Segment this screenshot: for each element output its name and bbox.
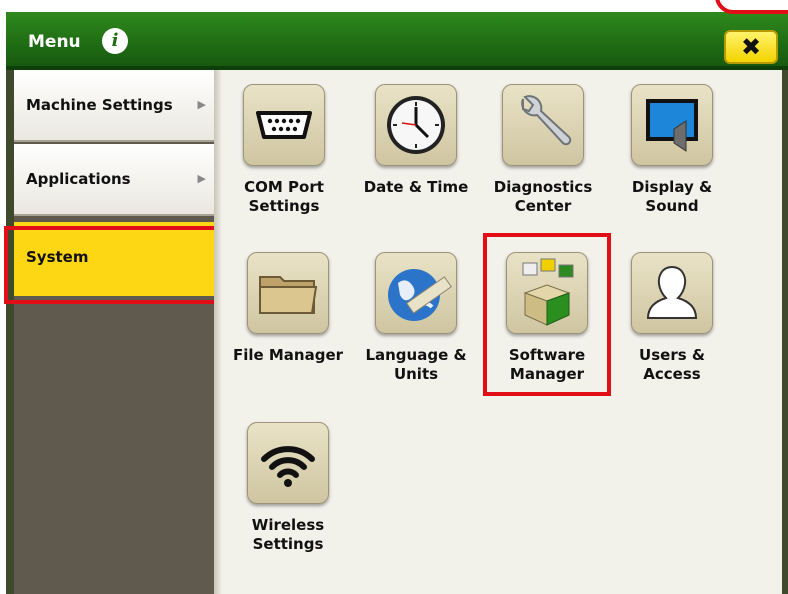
- folder-icon: [247, 252, 329, 334]
- display-sound-icon: [631, 84, 713, 166]
- sidebar-item-label: Machine Settings: [26, 96, 173, 114]
- serial-port-icon: [243, 84, 325, 166]
- tile-wireless-settings[interactable]: Wireless Settings: [223, 422, 353, 554]
- tile-label: Display & Sound: [631, 178, 713, 215]
- clock-icon: [375, 84, 457, 166]
- info-icon[interactable]: i: [102, 28, 128, 54]
- sidebar-item-applications[interactable]: Applications ▶: [14, 144, 214, 216]
- tile-com-port-settings[interactable]: COM Port Settings: [219, 84, 349, 216]
- tile-diagnostics-center[interactable]: Diagnostics Center: [478, 84, 608, 216]
- sidebar-item-label: Applications: [26, 170, 131, 188]
- user-silhouette-icon: [631, 252, 713, 334]
- tile-label: Diagnostics Center: [493, 178, 593, 215]
- tile-display-sound[interactable]: Display & Sound: [607, 84, 737, 216]
- tile-language-units[interactable]: Language & Units: [351, 252, 481, 384]
- sidebar-item-machine-settings[interactable]: Machine Settings ▶: [14, 70, 214, 142]
- tile-file-manager[interactable]: File Manager: [223, 252, 353, 365]
- tile-label: Wireless Settings: [251, 516, 325, 553]
- tile-users-access[interactable]: Users & Access: [607, 252, 737, 384]
- chevron-right-icon: ▶: [197, 98, 206, 111]
- tile-date-time[interactable]: Date & Time: [351, 84, 481, 197]
- tile-label: File Manager: [232, 346, 344, 364]
- highlight-box-software-manager: [483, 233, 611, 396]
- wifi-icon: [247, 422, 329, 504]
- tile-label: COM Port Settings: [244, 178, 324, 215]
- close-button[interactable]: ✖: [724, 30, 778, 64]
- highlight-box-system: [4, 226, 226, 304]
- sidebar: Machine Settings ▶ Applications ▶ System: [14, 70, 224, 594]
- title-bar: Menu i ✖: [6, 12, 788, 70]
- page-title: Menu: [28, 32, 81, 52]
- wrench-icon: [502, 84, 584, 166]
- close-icon: ✖: [740, 33, 762, 61]
- highlight-box-corner: [715, 0, 788, 14]
- tile-label: Users & Access: [639, 346, 705, 383]
- globe-ruler-icon: [375, 252, 457, 334]
- tile-label: Date & Time: [363, 178, 469, 196]
- tile-label: Language & Units: [365, 346, 467, 383]
- chevron-right-icon: ▶: [197, 172, 206, 185]
